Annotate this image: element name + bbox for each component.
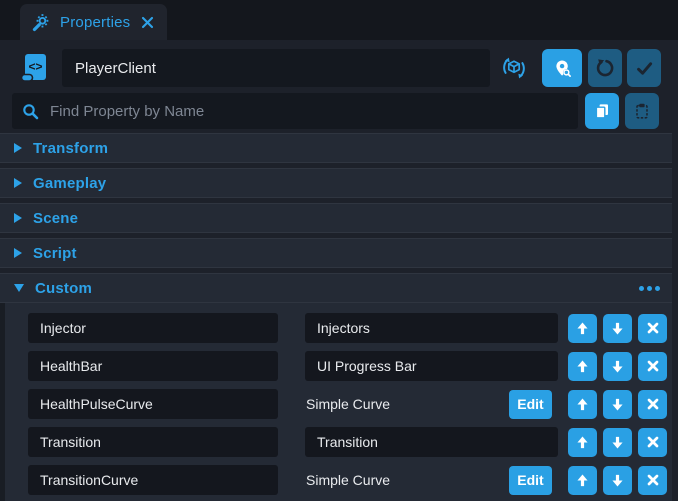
move-down-button[interactable]: [603, 390, 632, 419]
arrow-up-icon: [575, 321, 590, 336]
move-down-button[interactable]: [603, 466, 632, 495]
remove-button[interactable]: [638, 314, 667, 343]
row-buttons: [568, 314, 667, 343]
move-down-button[interactable]: [603, 352, 632, 381]
custom-row: HealthPulseCurve Simple Curve Edit: [28, 389, 672, 419]
custom-row: HealthBar UI Progress Bar: [28, 351, 672, 381]
section-label: Script: [33, 245, 77, 262]
arrow-down-icon: [610, 321, 625, 336]
arrow-down-icon: [610, 435, 625, 450]
chevron-down-icon: [14, 284, 24, 292]
remove-button[interactable]: [638, 466, 667, 495]
section-header-script[interactable]: Script: [0, 238, 672, 268]
chevron-right-icon: [14, 213, 22, 223]
tab-properties[interactable]: Properties: [20, 4, 167, 40]
find-in-scene-button[interactable]: [542, 49, 582, 87]
section-header-scene[interactable]: Scene: [0, 203, 672, 233]
row-buttons: [568, 390, 667, 419]
chevron-right-icon: [14, 178, 22, 188]
remove-button[interactable]: [638, 352, 667, 381]
copy-button[interactable]: [585, 93, 619, 129]
ellipsis-icon[interactable]: [639, 286, 660, 291]
custom-row: Transition Transition: [28, 427, 672, 457]
script-icon: <>: [18, 51, 52, 85]
section-header-custom[interactable]: Custom: [0, 273, 672, 303]
arrow-up-icon: [575, 435, 590, 450]
tab-bar: Properties: [0, 0, 678, 40]
remove-button[interactable]: [638, 428, 667, 457]
custom-row: TransitionCurve Simple Curve Edit: [28, 465, 672, 495]
arrow-up-icon: [575, 473, 590, 488]
property-value-text: UI Progress Bar: [317, 358, 417, 374]
property-value-text: Simple Curve: [306, 396, 390, 412]
object-header: <>: [0, 40, 678, 87]
location-search-icon: [553, 59, 572, 78]
edit-button[interactable]: Edit: [509, 466, 552, 495]
property-value[interactable]: Simple Curve Edit: [305, 465, 558, 495]
property-value[interactable]: Injectors: [305, 313, 558, 343]
custom-properties-list: Injector Injectors: [0, 303, 672, 501]
undo-icon: [595, 58, 615, 78]
move-down-button[interactable]: [603, 314, 632, 343]
property-name-box[interactable]: HealthBar: [28, 351, 278, 381]
row-buttons: [568, 352, 667, 381]
move-up-button[interactable]: [568, 428, 597, 457]
section-label: Scene: [33, 210, 78, 227]
section-label: Custom: [35, 280, 92, 297]
remove-icon: [646, 359, 660, 373]
property-value[interactable]: UI Progress Bar: [305, 351, 558, 381]
gear-wrench-icon: [32, 13, 51, 32]
remove-icon: [646, 397, 660, 411]
svg-text:<>: <>: [28, 60, 42, 74]
apply-button[interactable]: [627, 49, 661, 87]
arrow-down-icon: [610, 397, 625, 412]
move-up-button[interactable]: [568, 466, 597, 495]
sections-list: Transform Gameplay Scene Script: [0, 133, 678, 268]
arrow-up-icon: [575, 359, 590, 374]
search-box[interactable]: [12, 93, 578, 129]
move-up-button[interactable]: [568, 352, 597, 381]
section-label: Gameplay: [33, 175, 106, 192]
networked-cube-icon: [500, 54, 528, 82]
object-name-input[interactable]: [62, 49, 490, 87]
custom-row: Injector Injectors: [28, 313, 672, 343]
property-value[interactable]: Transition: [305, 427, 558, 457]
property-name-box[interactable]: TransitionCurve: [28, 465, 278, 495]
remove-icon: [646, 321, 660, 335]
section-header-transform[interactable]: Transform: [0, 133, 672, 163]
paste-icon: [633, 102, 651, 120]
property-value-text: Injectors: [317, 320, 370, 336]
property-name-box[interactable]: Injector: [28, 313, 278, 343]
paste-button[interactable]: [625, 93, 659, 129]
move-down-button[interactable]: [603, 428, 632, 457]
property-value[interactable]: Simple Curve Edit: [305, 389, 558, 419]
move-up-button[interactable]: [568, 314, 597, 343]
remove-icon: [646, 435, 660, 449]
move-up-button[interactable]: [568, 390, 597, 419]
close-icon[interactable]: [139, 14, 155, 30]
revert-button[interactable]: [588, 49, 622, 87]
search-row: [0, 87, 678, 129]
chevron-right-icon: [14, 143, 22, 153]
property-value-text: Simple Curve: [306, 472, 390, 488]
search-input[interactable]: [48, 102, 568, 121]
row-buttons: [568, 466, 667, 495]
remove-icon: [646, 473, 660, 487]
section-label: Transform: [33, 140, 108, 157]
property-name-box[interactable]: HealthPulseCurve: [28, 389, 278, 419]
chevron-right-icon: [14, 248, 22, 258]
edit-button[interactable]: Edit: [509, 390, 552, 419]
arrow-down-icon: [610, 473, 625, 488]
check-icon: [635, 59, 654, 78]
row-buttons: [568, 428, 667, 457]
search-icon: [22, 103, 39, 120]
section-header-gameplay[interactable]: Gameplay: [0, 168, 672, 198]
property-value-text: Transition: [317, 434, 378, 450]
remove-button[interactable]: [638, 390, 667, 419]
arrow-up-icon: [575, 397, 590, 412]
tab-title: Properties: [60, 14, 130, 31]
copy-icon: [593, 102, 611, 120]
arrow-down-icon: [610, 359, 625, 374]
property-name-box[interactable]: Transition: [28, 427, 278, 457]
